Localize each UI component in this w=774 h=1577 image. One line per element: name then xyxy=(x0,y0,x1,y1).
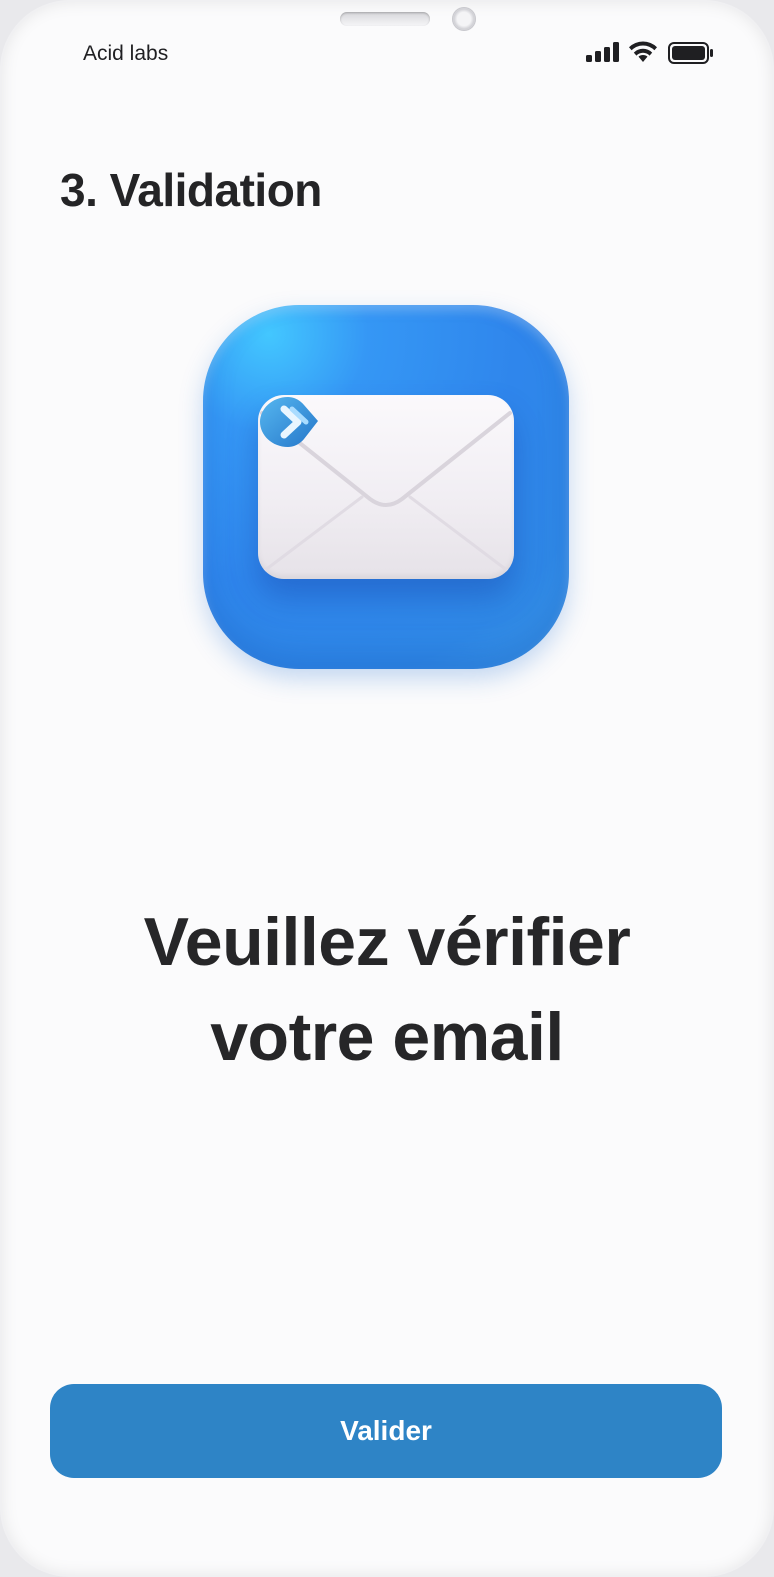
carrier-name: Acid labs xyxy=(83,42,169,65)
status-bar: Acid labs xyxy=(0,34,774,74)
mail-envelope-icon xyxy=(203,305,569,669)
speaker-grille xyxy=(340,12,430,26)
cellular-signal-icon xyxy=(586,42,619,62)
seal-logo-icon xyxy=(260,397,318,447)
phone-screen: Acid labs 3. Validation Veuillez vérifie… xyxy=(0,0,774,1577)
envelope xyxy=(258,395,514,579)
verify-email-message: Veuillez vérifier votre email xyxy=(0,895,774,1085)
validate-button[interactable]: Valider xyxy=(50,1384,722,1478)
status-icons xyxy=(586,40,716,66)
wifi-icon xyxy=(629,41,657,62)
message-line-2: votre email xyxy=(210,999,564,1075)
page-title: 3. Validation xyxy=(60,164,322,216)
message-line-1: Veuillez vérifier xyxy=(143,904,631,980)
front-camera xyxy=(452,7,476,31)
battery-icon xyxy=(668,42,713,64)
